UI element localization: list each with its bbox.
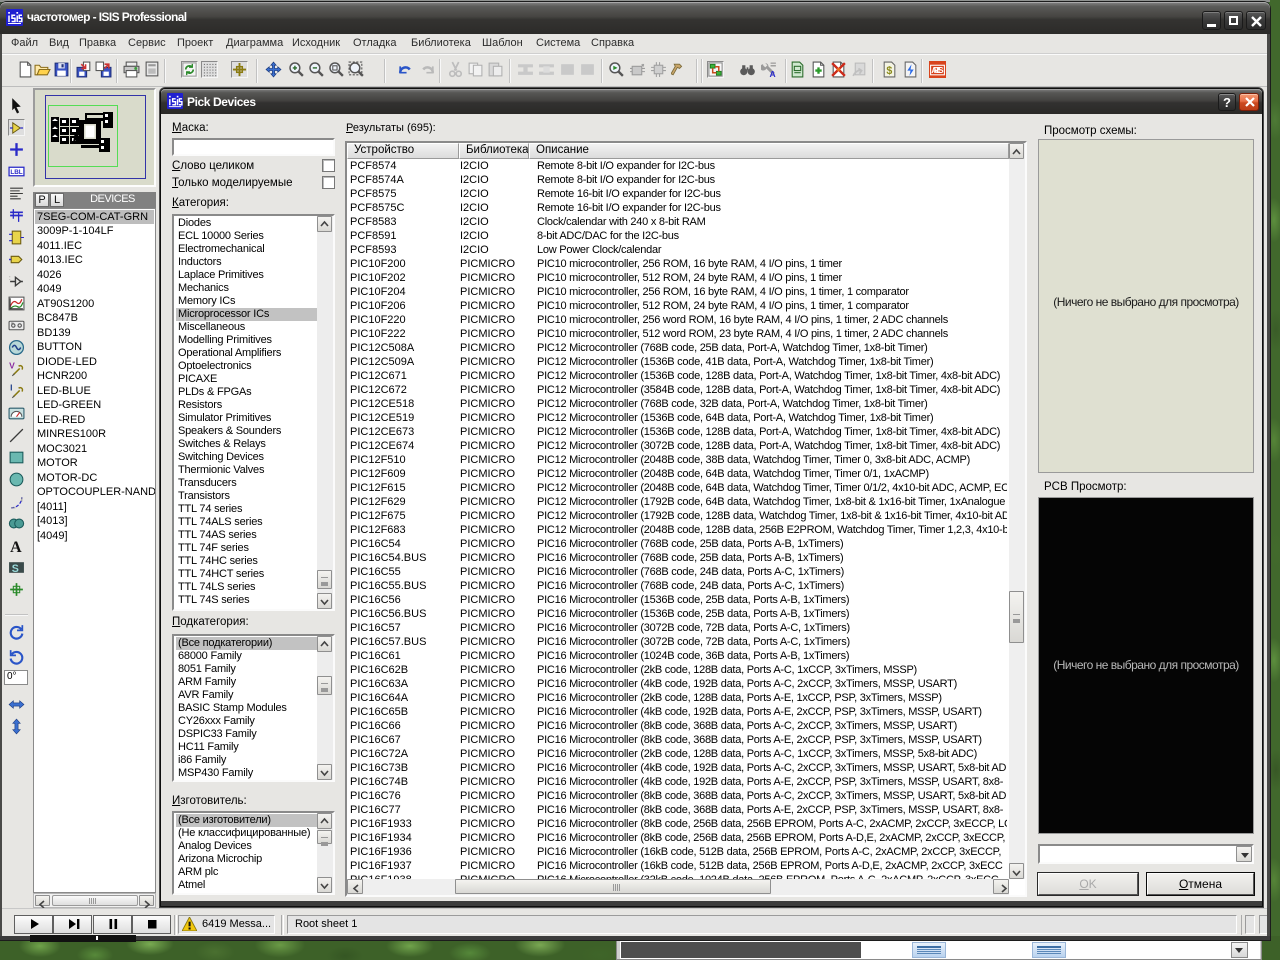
svg-text:V: V — [9, 361, 15, 370]
svg-text:A: A — [770, 69, 776, 78]
svg-text:LBL: LBL — [10, 169, 22, 176]
svg-text::: : — [9, 275, 10, 281]
svg-text:A: A — [10, 539, 22, 554]
svg-text:$: $ — [886, 65, 892, 77]
svg-text:I: I — [10, 383, 12, 392]
svg-text:ARES: ARES — [931, 66, 943, 75]
svg-text:S: S — [12, 563, 19, 575]
